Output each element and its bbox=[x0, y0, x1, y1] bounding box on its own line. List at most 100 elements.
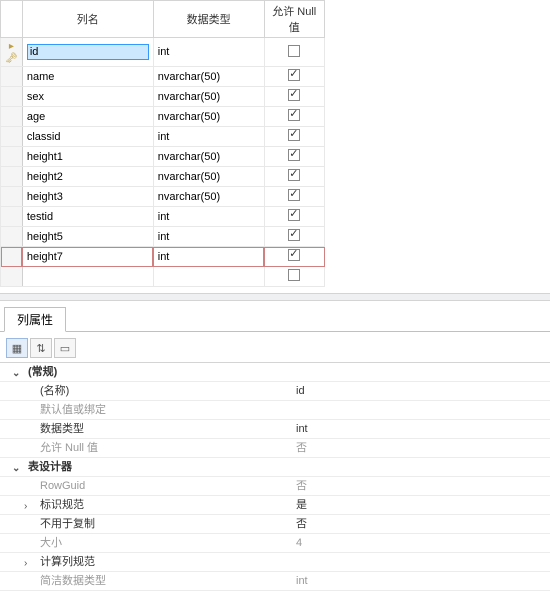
empty-new-row[interactable] bbox=[1, 267, 325, 287]
cell-allow-null[interactable] bbox=[264, 167, 324, 187]
cell-column-name[interactable]: classid bbox=[22, 127, 153, 147]
checkbox-allow-null[interactable] bbox=[288, 149, 300, 161]
property-row[interactable]: 数据类型int bbox=[0, 420, 550, 439]
categorized-button[interactable]: ▦ bbox=[6, 338, 28, 358]
row-gutter[interactable] bbox=[1, 67, 23, 87]
table-row[interactable]: agenvarchar(50) bbox=[1, 107, 325, 127]
property-category[interactable]: ⌄表设计器 bbox=[0, 458, 550, 477]
property-row[interactable]: 默认值或绑定 bbox=[0, 401, 550, 420]
row-gutter[interactable] bbox=[1, 107, 23, 127]
cell-allow-null[interactable] bbox=[264, 127, 324, 147]
cell-column-name[interactable]: height7 bbox=[22, 247, 153, 267]
property-grid[interactable]: ⌄(常规)(名称)id默认值或绑定数据类型int允许 Null 值否⌄表设计器R… bbox=[0, 362, 550, 591]
header-data-type[interactable]: 数据类型 bbox=[153, 1, 264, 38]
property-value[interactable]: int bbox=[290, 420, 550, 438]
header-allow-null[interactable]: 允许 Null 值 bbox=[264, 1, 324, 38]
cell-data-type[interactable]: nvarchar(50) bbox=[153, 167, 264, 187]
property-value[interactable]: 4 bbox=[290, 534, 550, 552]
column-name-input[interactable] bbox=[27, 44, 149, 60]
row-gutter[interactable] bbox=[1, 87, 23, 107]
property-value[interactable]: id bbox=[290, 382, 550, 400]
tab-column-properties[interactable]: 列属性 bbox=[4, 307, 66, 332]
table-row[interactable]: height5int bbox=[1, 227, 325, 247]
row-gutter[interactable] bbox=[1, 247, 23, 267]
cell-data-type[interactable]: nvarchar(50) bbox=[153, 107, 264, 127]
chevron-down-icon[interactable]: ⌄ bbox=[12, 460, 20, 478]
cell-allow-null[interactable] bbox=[264, 87, 324, 107]
cell-data-type[interactable]: nvarchar(50) bbox=[153, 147, 264, 167]
row-gutter[interactable] bbox=[1, 127, 23, 147]
cell-column-name[interactable]: height1 bbox=[22, 147, 153, 167]
cell-allow-null[interactable] bbox=[264, 227, 324, 247]
panel-splitter[interactable] bbox=[0, 293, 550, 301]
row-gutter[interactable] bbox=[1, 227, 23, 247]
cell-data-type[interactable]: nvarchar(50) bbox=[153, 187, 264, 207]
property-value[interactable]: 否 bbox=[290, 515, 550, 533]
property-value[interactable] bbox=[290, 553, 550, 571]
property-row[interactable]: ›标识规范是 bbox=[0, 496, 550, 515]
table-row[interactable]: height7int bbox=[1, 247, 325, 267]
property-row[interactable]: RowGuid否 bbox=[0, 477, 550, 496]
table-row[interactable]: testidint bbox=[1, 207, 325, 227]
cell-data-type[interactable]: int bbox=[153, 127, 264, 147]
checkbox-allow-null[interactable] bbox=[288, 229, 300, 241]
cell-allow-null[interactable] bbox=[264, 107, 324, 127]
cell-column-name[interactable]: sex bbox=[22, 87, 153, 107]
property-value[interactable]: 否 bbox=[290, 477, 550, 495]
table-row[interactable]: height1nvarchar(50) bbox=[1, 147, 325, 167]
cell-allow-null[interactable] bbox=[264, 67, 324, 87]
property-value[interactable]: int bbox=[290, 572, 550, 590]
property-category[interactable]: ⌄(常规) bbox=[0, 363, 550, 382]
header-column-name[interactable]: 列名 bbox=[22, 1, 153, 38]
table-row[interactable]: height2nvarchar(50) bbox=[1, 167, 325, 187]
cell-column-name[interactable]: height2 bbox=[22, 167, 153, 187]
cell-data-type[interactable]: nvarchar(50) bbox=[153, 67, 264, 87]
table-row[interactable]: classidint bbox=[1, 127, 325, 147]
chevron-down-icon[interactable]: ⌄ bbox=[12, 365, 20, 383]
cell-allow-null[interactable] bbox=[264, 187, 324, 207]
table-row[interactable]: height3nvarchar(50) bbox=[1, 187, 325, 207]
table-row[interactable]: namenvarchar(50) bbox=[1, 67, 325, 87]
cell-column-name[interactable]: height5 bbox=[22, 227, 153, 247]
cell-column-name[interactable]: name bbox=[22, 67, 153, 87]
cell-allow-null[interactable] bbox=[264, 38, 324, 67]
checkbox-allow-null[interactable] bbox=[288, 89, 300, 101]
property-value[interactable] bbox=[290, 401, 550, 419]
property-row[interactable]: 允许 Null 值否 bbox=[0, 439, 550, 458]
alphabetical-button[interactable]: ⇅ bbox=[30, 338, 52, 358]
cell-allow-null[interactable] bbox=[264, 247, 324, 267]
chevron-right-icon[interactable]: › bbox=[24, 498, 27, 516]
row-gutter[interactable] bbox=[1, 207, 23, 227]
cell-data-type[interactable]: int bbox=[153, 207, 264, 227]
cell-column-name[interactable]: height3 bbox=[22, 187, 153, 207]
checkbox-allow-null[interactable] bbox=[288, 45, 300, 57]
property-value[interactable]: 否 bbox=[290, 439, 550, 457]
row-gutter[interactable]: ▸🗝 bbox=[1, 38, 23, 67]
property-row[interactable]: 大小4 bbox=[0, 534, 550, 553]
checkbox-allow-null[interactable] bbox=[288, 189, 300, 201]
property-row[interactable]: 不用于复制否 bbox=[0, 515, 550, 534]
checkbox-allow-null[interactable] bbox=[288, 249, 300, 261]
checkbox-allow-null[interactable] bbox=[288, 129, 300, 141]
checkbox-allow-null[interactable] bbox=[288, 109, 300, 121]
chevron-right-icon[interactable]: › bbox=[24, 555, 27, 573]
checkbox-allow-null[interactable] bbox=[288, 169, 300, 181]
cell-column-name[interactable] bbox=[22, 38, 153, 67]
cell-data-type[interactable]: int bbox=[153, 227, 264, 247]
cell-column-name[interactable]: age bbox=[22, 107, 153, 127]
table-row[interactable]: ▸🗝int bbox=[1, 38, 325, 67]
row-gutter[interactable] bbox=[1, 187, 23, 207]
cell-column-name[interactable]: testid bbox=[22, 207, 153, 227]
cell-allow-null[interactable] bbox=[264, 147, 324, 167]
checkbox-allow-null[interactable] bbox=[288, 69, 300, 81]
checkbox-allow-null-new[interactable] bbox=[288, 269, 300, 281]
row-gutter[interactable] bbox=[1, 147, 23, 167]
cell-data-type[interactable]: int bbox=[153, 247, 264, 267]
row-gutter[interactable] bbox=[1, 167, 23, 187]
property-row[interactable]: 简洁数据类型int bbox=[0, 572, 550, 591]
property-row[interactable]: (名称)id bbox=[0, 382, 550, 401]
cell-data-type[interactable]: nvarchar(50) bbox=[153, 87, 264, 107]
property-pages-button[interactable]: ▭ bbox=[54, 338, 76, 358]
checkbox-allow-null[interactable] bbox=[288, 209, 300, 221]
cell-allow-null[interactable] bbox=[264, 207, 324, 227]
